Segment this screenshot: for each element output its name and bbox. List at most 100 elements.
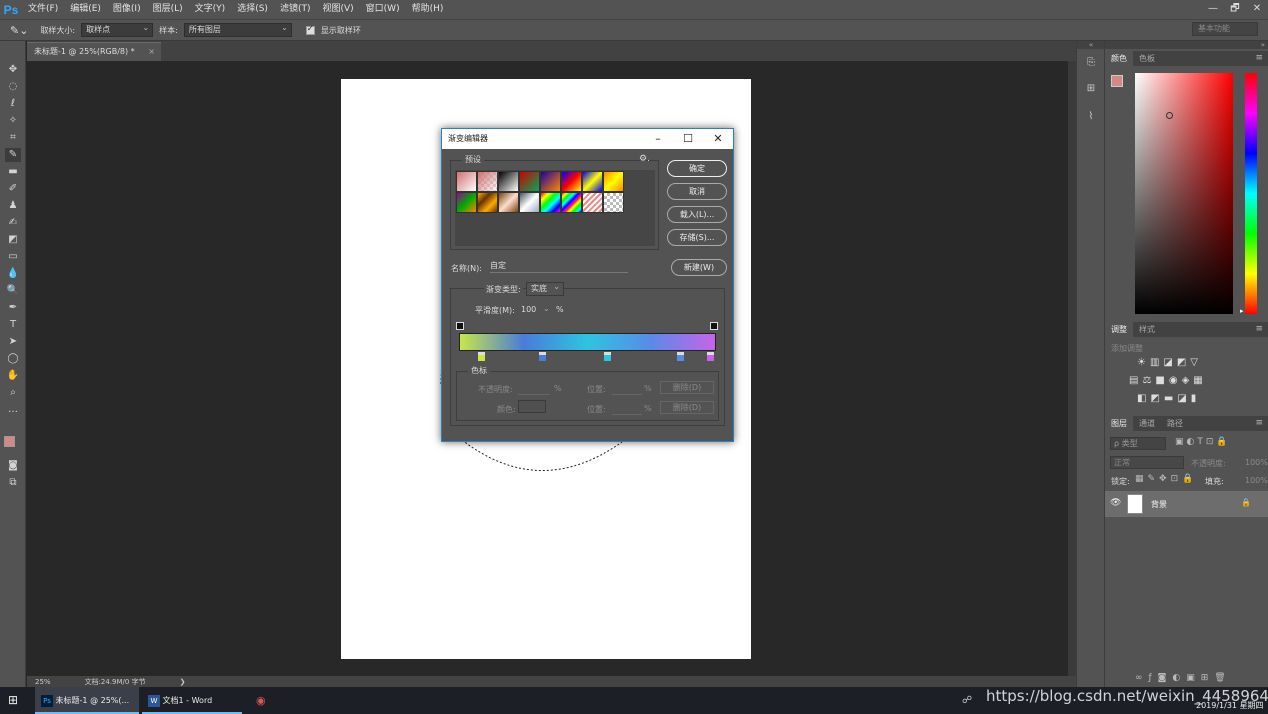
tab-paths[interactable]: 路径 [1161, 416, 1189, 431]
gradient-tool-icon[interactable]: ▭ [5, 250, 21, 264]
collapse-dock-icon[interactable]: « [1077, 41, 1105, 49]
move-tool-icon[interactable]: ✥ [5, 63, 21, 77]
presets-list[interactable] [455, 170, 655, 246]
menu-image[interactable]: 图像(I) [107, 0, 147, 19]
ok-button[interactable]: 确定 [667, 160, 727, 177]
tray-people-icon[interactable]: ☍ [962, 687, 972, 714]
tab-swatches[interactable]: 色板 [1133, 51, 1161, 66]
new-button[interactable]: 新建(W) [671, 259, 727, 276]
color-panel-menu-icon[interactable]: ≡ [1255, 51, 1263, 66]
stamp-tool-icon[interactable]: ♟ [5, 199, 21, 213]
crop-tool-icon[interactable]: ⌗ [5, 131, 21, 145]
close-tab-icon[interactable]: × [148, 43, 155, 61]
color-stop[interactable] [539, 352, 546, 361]
menu-file[interactable]: 文件(F) [22, 0, 64, 19]
menu-window[interactable]: 窗口(W) [360, 0, 406, 19]
eyedropper-tool-icon[interactable]: ✎ [5, 148, 21, 162]
layer-actions-icons[interactable]: ∞ƒ◙◐▣⊞🗑 [1135, 673, 1232, 683]
cancel-button[interactable]: 取消 [667, 183, 727, 200]
gradient-preview-bar[interactable] [459, 333, 716, 351]
taskbar-item-word[interactable]: W 文档1 - Word [142, 687, 242, 714]
preset-fg-transparent[interactable] [477, 171, 498, 192]
hue-slider[interactable] [1245, 73, 1257, 314]
foreground-color-swatch[interactable] [4, 436, 15, 447]
status-arrow-icon[interactable]: ❯ [180, 678, 186, 686]
eyedropper-tool-icon[interactable]: ✎⌄ [10, 24, 28, 37]
sample-size-select[interactable]: 取样点 [81, 22, 154, 37]
lasso-tool-icon[interactable]: ℓ [5, 97, 21, 111]
layers-panel-menu-icon[interactable]: ≡ [1255, 416, 1263, 431]
path-select-tool-icon[interactable]: ➤ [5, 335, 21, 349]
opacity-value[interactable]: 100% [1245, 458, 1268, 467]
screen-mode-icon[interactable]: ⧉ [5, 476, 21, 490]
tab-color[interactable]: 颜色 [1105, 51, 1133, 66]
preset-orange-yellow[interactable] [603, 171, 624, 192]
quick-select-tool-icon[interactable]: ✧ [5, 114, 21, 128]
adjustment-icons-row-1[interactable]: ☀▥◪◩▽ [1137, 357, 1202, 368]
menu-type[interactable]: 文字(Y) [189, 0, 232, 19]
tab-channels[interactable]: 通道 [1133, 416, 1161, 431]
preset-blue-yellow-blue[interactable] [582, 171, 603, 192]
menu-view[interactable]: 视图(V) [316, 0, 359, 19]
hue-slider-handle-icon[interactable]: ▸ [1240, 307, 1244, 315]
eraser-tool-icon[interactable]: ◩ [5, 233, 21, 247]
document-tab[interactable]: 未标题-1 @ 25%(RGB/8) * × [27, 42, 161, 61]
collapse-panels-icon[interactable]: » [1105, 41, 1268, 49]
dialog-titlebar[interactable]: 渐变编辑器 – ☐ ✕ [442, 129, 733, 149]
load-button[interactable]: 载入(L)... [667, 206, 727, 223]
opacity-stop-left[interactable] [456, 322, 464, 330]
taskbar-item-photoshop[interactable]: Ps 未标题-1 @ 25%(... [35, 687, 139, 714]
show-ring-checkbox[interactable] [305, 24, 315, 35]
preset-fg-bg[interactable] [456, 171, 477, 192]
preset-chrome[interactable] [498, 192, 519, 213]
blur-tool-icon[interactable]: 💧 [5, 267, 21, 281]
menu-layer[interactable]: 图层(L) [147, 0, 189, 19]
dialog-maximize-icon[interactable]: ☐ [673, 129, 703, 149]
layer-filter-select[interactable]: ρ 类型 [1110, 437, 1166, 450]
menu-select[interactable]: 选择(S) [231, 0, 274, 19]
history-brush-tool-icon[interactable]: ✍ [5, 216, 21, 230]
smoothness-value[interactable]: 100 [521, 305, 536, 314]
color-picker-cursor[interactable] [1166, 112, 1173, 119]
color-stop[interactable] [677, 352, 684, 361]
marquee-tool-icon[interactable]: ◌ [5, 80, 21, 94]
menu-help[interactable]: 帮助(H) [406, 0, 450, 19]
menu-edit[interactable]: 编辑(E) [64, 0, 107, 19]
color-stop[interactable] [604, 352, 611, 361]
preset-spectrum[interactable] [540, 192, 561, 213]
hand-tool-icon[interactable]: ✋ [5, 369, 21, 383]
smoothness-dropdown-icon[interactable]: ⌄ [543, 304, 550, 313]
color-stop[interactable] [478, 352, 485, 361]
close-icon[interactable]: ✕ [1246, 0, 1268, 19]
visibility-eye-icon[interactable]: 👁 [1110, 498, 1121, 508]
healing-brush-tool-icon[interactable]: ▬ [5, 165, 21, 179]
zoom-level[interactable]: 25% [35, 678, 51, 686]
workspace-select[interactable]: 基本功能 [1192, 22, 1258, 36]
name-field[interactable]: 自定 [490, 260, 628, 273]
adjustment-icons-row-2[interactable]: ▤⚖■◉◈▦ [1129, 375, 1207, 386]
zoom-tool-icon[interactable]: ⌕ [5, 386, 21, 400]
properties-panel-icon[interactable]: ⊞ [1083, 83, 1099, 99]
dodge-tool-icon[interactable]: 🔍 [5, 284, 21, 298]
type-tool-icon[interactable]: T [5, 318, 21, 332]
preset-copper[interactable] [477, 192, 498, 213]
preset-blue-red-yellow[interactable] [561, 171, 582, 192]
dialog-close-icon[interactable]: ✕ [703, 129, 733, 149]
brush-tool-icon[interactable]: ✐ [5, 182, 21, 196]
preset-rainbow-stripes[interactable] [561, 192, 582, 213]
restore-icon[interactable]: 🗗 [1224, 0, 1246, 19]
menu-filter[interactable]: 滤镜(T) [274, 0, 317, 19]
vertical-scrollbar[interactable] [1068, 61, 1076, 676]
layer-row[interactable]: 👁 背景 🔒 [1105, 491, 1268, 517]
clock-date[interactable]: 2019/1/31 星期四 [1196, 700, 1264, 712]
color-stop[interactable] [707, 352, 714, 361]
tab-styles[interactable]: 样式 [1133, 322, 1161, 337]
dialog-minimize-icon[interactable]: – [643, 129, 673, 149]
pen-tool-icon[interactable]: ✒ [5, 301, 21, 315]
adjustments-panel-menu-icon[interactable]: ≡ [1255, 322, 1263, 337]
blend-mode-select[interactable]: 正常 [1110, 456, 1184, 469]
preset-steel[interactable] [519, 192, 540, 213]
lock-icons[interactable]: ▦✎✥⊡🔒 [1135, 474, 1197, 484]
preset-violet-green-orange[interactable] [456, 192, 477, 213]
preset-black-white[interactable] [498, 171, 519, 192]
